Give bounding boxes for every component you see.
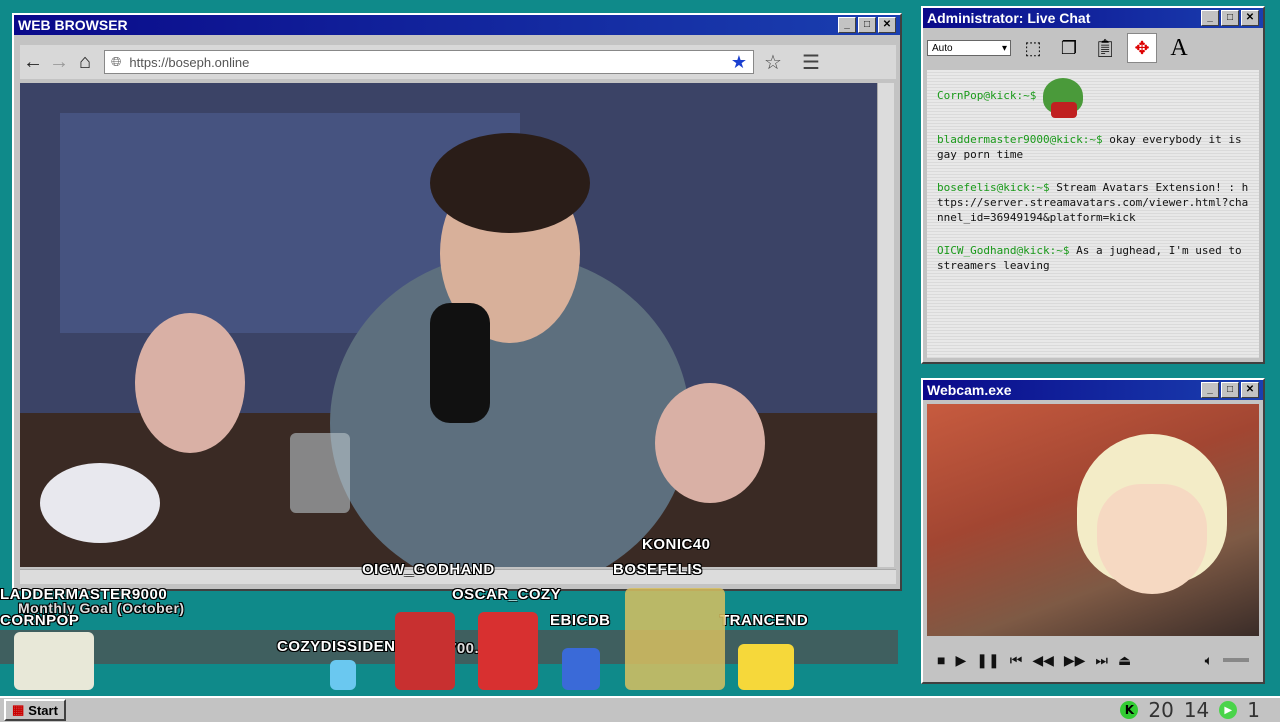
chat-username: CornPop@kick:~$ [937,89,1037,102]
chat-username: bladdermaster9000@kick:~$ [937,133,1103,146]
avatar-name-konic: KONIC40 [642,536,711,553]
chat-titlebar[interactable]: Administrator: Live Chat _ □ ✕ [923,8,1263,28]
avatar-name-godhand: OICW_GODHAND [362,561,495,578]
minimize-button[interactable]: _ [1201,382,1219,398]
bookmark-star-icon[interactable]: ★ [731,52,747,73]
avatar-name-bladder: LADDERMASTER9000 [0,586,168,603]
back-arrow-icon[interactable]: ← [20,51,46,74]
chat-message: OICW_Godhand@kick:~$ As a jughead, I'm u… [937,243,1249,273]
maximize-button[interactable]: □ [1221,382,1239,398]
close-button[interactable]: ✕ [1241,382,1259,398]
chat-username: bosefelis@kick:~$ [937,181,1050,194]
chat-toolbar: Auto ▾ ⬚ ❐ 📋︎ ✥ A [923,28,1263,68]
avatar-sprite [395,612,455,690]
pepe-emote-icon [1042,78,1083,118]
avatar-name-bosefelis: BOSEFELIS [613,561,703,578]
select-rect-icon[interactable]: ⬚ [1019,34,1047,62]
menu-icon[interactable]: ☰ [802,50,820,75]
zoom-select[interactable]: Auto ▾ [927,40,1011,56]
start-button[interactable]: ▦ Start [4,699,66,721]
kick-logo-icon: K [1120,701,1139,719]
browser-titlebar[interactable]: WEB BROWSER _ □ ✕ [14,15,900,35]
browser-window: WEB BROWSER _ □ ✕ ← → ⌂ 🌐︎ https://bosep… [12,13,902,591]
avatar-sprite [738,644,794,690]
browser-title: WEB BROWSER [18,17,128,33]
stop-icon[interactable]: ■ [937,652,945,668]
address-bar: ← → ⌂ 🌐︎ https://boseph.online ★ ☆ ☰ [20,45,896,79]
favorites-star-icon[interactable]: ☆ [764,50,782,75]
url-text: https://boseph.online [129,54,250,70]
skip-forward-icon[interactable]: ⏭︎ [1095,652,1108,669]
avatar-name-cozydissident: COZYDISSIDENT [277,638,406,655]
pause-icon[interactable]: ❚❚ [976,652,999,669]
tray-counter: 1 [1247,698,1260,722]
fast-forward-icon[interactable]: ▶▶ [1064,652,1086,669]
avatar-name-cornpop: CORNPOP [0,612,80,629]
minimize-button[interactable]: _ [1201,10,1219,26]
webcam-feed [927,404,1259,636]
chat-message: bosefelis@kick:~$ Stream Avatars Extensi… [937,180,1249,225]
avatar-sprite [478,612,538,690]
volume-icon[interactable]: 🔈︎ [1205,652,1213,669]
play-icon[interactable]: ▶ [955,652,966,669]
system-tray: K 20 14 ▶ 1 [1120,698,1280,722]
globe-icon: 🌐︎ [111,54,122,69]
close-button[interactable]: ✕ [1241,10,1259,26]
zoom-select-value: Auto [932,42,953,54]
avatar-name-ebicdb: EBICDB [550,612,611,629]
viewer-count: 20 [1148,698,1174,722]
stream-video [20,83,880,567]
chat-title: Administrator: Live Chat [927,10,1091,26]
vertical-scrollbar[interactable] [877,83,894,567]
paste-icon[interactable]: 📋︎ [1091,34,1119,62]
avatar-name-oscar: OSCAR_COZY [452,586,562,603]
eject-icon[interactable]: ⏏︎ [1118,652,1131,669]
maximize-button[interactable]: □ [858,17,876,33]
avatar-sprite [14,632,94,690]
chat-window: Administrator: Live Chat _ □ ✕ Auto ▾ ⬚ … [921,6,1265,364]
chat-message: CornPop@kick:~$ [937,78,1249,118]
avatar-sprite [562,648,600,690]
chevron-down-icon: ▾ [1001,42,1007,54]
skip-back-icon[interactable]: ⏮︎ [1010,652,1023,669]
maximize-button[interactable]: □ [1221,10,1239,26]
chat-message: bladdermaster9000@kick:~$ okay everybody… [937,132,1249,162]
webcam-window: Webcam.exe _ □ ✕ ■ ▶ ❚❚ ⏮︎ ◀◀ ▶▶ ⏭︎ ⏏︎ 🔈… [921,378,1265,684]
vtuber-face [1097,484,1207,594]
copy-icon[interactable]: ❐ [1055,34,1083,62]
webcam-titlebar[interactable]: Webcam.exe _ □ ✕ [923,380,1263,400]
start-label: Start [28,702,58,718]
volume-slider[interactable] [1223,658,1249,662]
font-icon[interactable]: A [1165,34,1193,62]
play-circle-icon: ▶ [1219,701,1238,719]
avatar-sprite [625,588,725,690]
video-frame [20,83,880,567]
url-field[interactable]: 🌐︎ https://boseph.online ★ [104,50,754,74]
avatar-name-trancend: TRANCEND [720,612,809,629]
forward-arrow-icon[interactable]: → [46,51,72,74]
taskbar: ▦ Start K 20 14 ▶ 1 [0,696,1280,722]
minimize-button[interactable]: _ [838,17,856,33]
follower-count: 14 [1183,698,1210,722]
rewind-icon[interactable]: ◀◀ [1032,652,1054,669]
windows-logo-icon: ▦ [12,702,25,717]
move-icon[interactable]: ✥ [1127,33,1157,63]
close-button[interactable]: ✕ [878,17,896,33]
home-icon[interactable]: ⌂ [72,51,98,74]
media-controls: ■ ▶ ❚❚ ⏮︎ ◀◀ ▶▶ ⏭︎ ⏏︎ 🔈︎ [927,644,1259,676]
webcam-title: Webcam.exe [927,382,1012,398]
chat-username: OICW_Godhand@kick:~$ [937,244,1070,257]
chat-log: CornPop@kick:~$ bladdermaster9000@kick:~… [927,70,1259,358]
avatar-sprite [330,660,356,690]
